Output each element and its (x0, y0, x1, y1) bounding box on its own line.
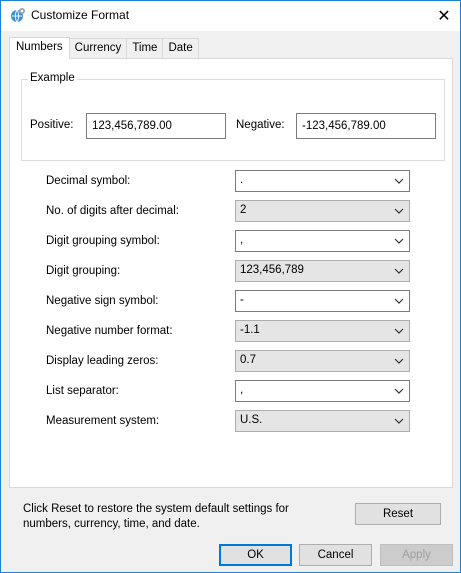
tab-numbers[interactable]: Numbers (9, 37, 70, 59)
list-separator-label: List separator: (46, 385, 119, 397)
digits-after-decimal-dropdown[interactable]: 2 (235, 200, 410, 222)
reset-note: Click Reset to restore the system defaul… (23, 502, 333, 532)
cancel-button[interactable]: Cancel (299, 544, 372, 566)
digit-grouping-symbol-label: Digit grouping symbol: (46, 235, 160, 247)
measurement-system-label: Measurement system: (46, 415, 160, 427)
combo-value: , (240, 384, 244, 396)
digit-grouping-dropdown[interactable]: 123,456,789 (235, 260, 410, 282)
combo-value: 0.7 (240, 354, 256, 366)
tab-time[interactable]: Time (126, 38, 164, 59)
negative-sign-symbol-combo[interactable]: - (235, 290, 410, 312)
negative-example-field: -123,456,789.00 (296, 113, 436, 139)
digit-grouping-symbol-combo[interactable]: , (235, 230, 410, 252)
reset-button[interactable]: Reset (355, 503, 441, 525)
decimal-symbol-label: Decimal symbol: (46, 175, 131, 187)
negative-number-format-label: Negative number format: (46, 325, 173, 337)
combo-value: 123,456,789 (240, 264, 304, 276)
positive-example-field: 123,456,789.00 (86, 113, 226, 139)
combo-value: , (240, 234, 244, 246)
combo-value: U.S. (240, 414, 263, 426)
reset-note-line-1: Click Reset to restore the system defaul… (23, 503, 289, 515)
chevron-down-icon (394, 328, 404, 334)
digit-grouping-label: Digit grouping: (46, 265, 121, 277)
close-button[interactable]: ✕ (428, 1, 460, 30)
chevron-down-icon (394, 358, 404, 364)
globe-settings-icon (11, 8, 25, 23)
negative-number-format-dropdown[interactable]: -1.1 (235, 320, 410, 342)
display-leading-zeros-dropdown[interactable]: 0.7 (235, 350, 410, 372)
combo-value: 2 (240, 204, 247, 216)
example-group: Example Positive: 123,456,789.00 Negativ… (21, 72, 445, 161)
combo-value: . (240, 174, 244, 186)
decimal-symbol-combo[interactable]: . (235, 170, 410, 192)
customize-format-window: Customize Format ✕ Numbers Currency Time… (0, 0, 461, 573)
digits-after-decimal-label: No. of digits after decimal: (46, 205, 179, 217)
list-separator-combo[interactable]: , (235, 380, 410, 402)
ok-button[interactable]: OK (219, 544, 292, 566)
chevron-down-icon (394, 388, 404, 394)
combo-value: - (240, 294, 244, 306)
reset-note-line-2: numbers, currency, time, and date. (23, 518, 200, 530)
apply-button[interactable]: Apply (380, 544, 453, 566)
chevron-down-icon (394, 418, 404, 424)
tab-date[interactable]: Date (162, 38, 199, 59)
measurement-system-dropdown[interactable]: U.S. (235, 410, 410, 432)
combo-value: -1.1 (240, 324, 260, 336)
chevron-down-icon (394, 298, 404, 304)
numbers-panel: Example Positive: 123,456,789.00 Negativ… (9, 58, 453, 530)
close-icon: ✕ (437, 7, 451, 25)
negative-sign-symbol-label: Negative sign symbol: (46, 295, 159, 307)
negative-label: Negative: (236, 119, 285, 131)
display-leading-zeros-label: Display leading zeros: (46, 355, 159, 367)
chevron-down-icon (394, 268, 404, 274)
example-group-label: Example (28, 72, 77, 84)
chevron-down-icon (394, 208, 404, 214)
positive-label: Positive: (30, 119, 74, 131)
title-bar: Customize Format ✕ (1, 1, 460, 31)
chevron-down-icon (394, 238, 404, 244)
tab-strip: Numbers Currency Time Date (9, 37, 199, 59)
chevron-down-icon (394, 178, 404, 184)
tab-currency[interactable]: Currency (68, 38, 128, 59)
window-title: Customize Format (31, 8, 130, 22)
